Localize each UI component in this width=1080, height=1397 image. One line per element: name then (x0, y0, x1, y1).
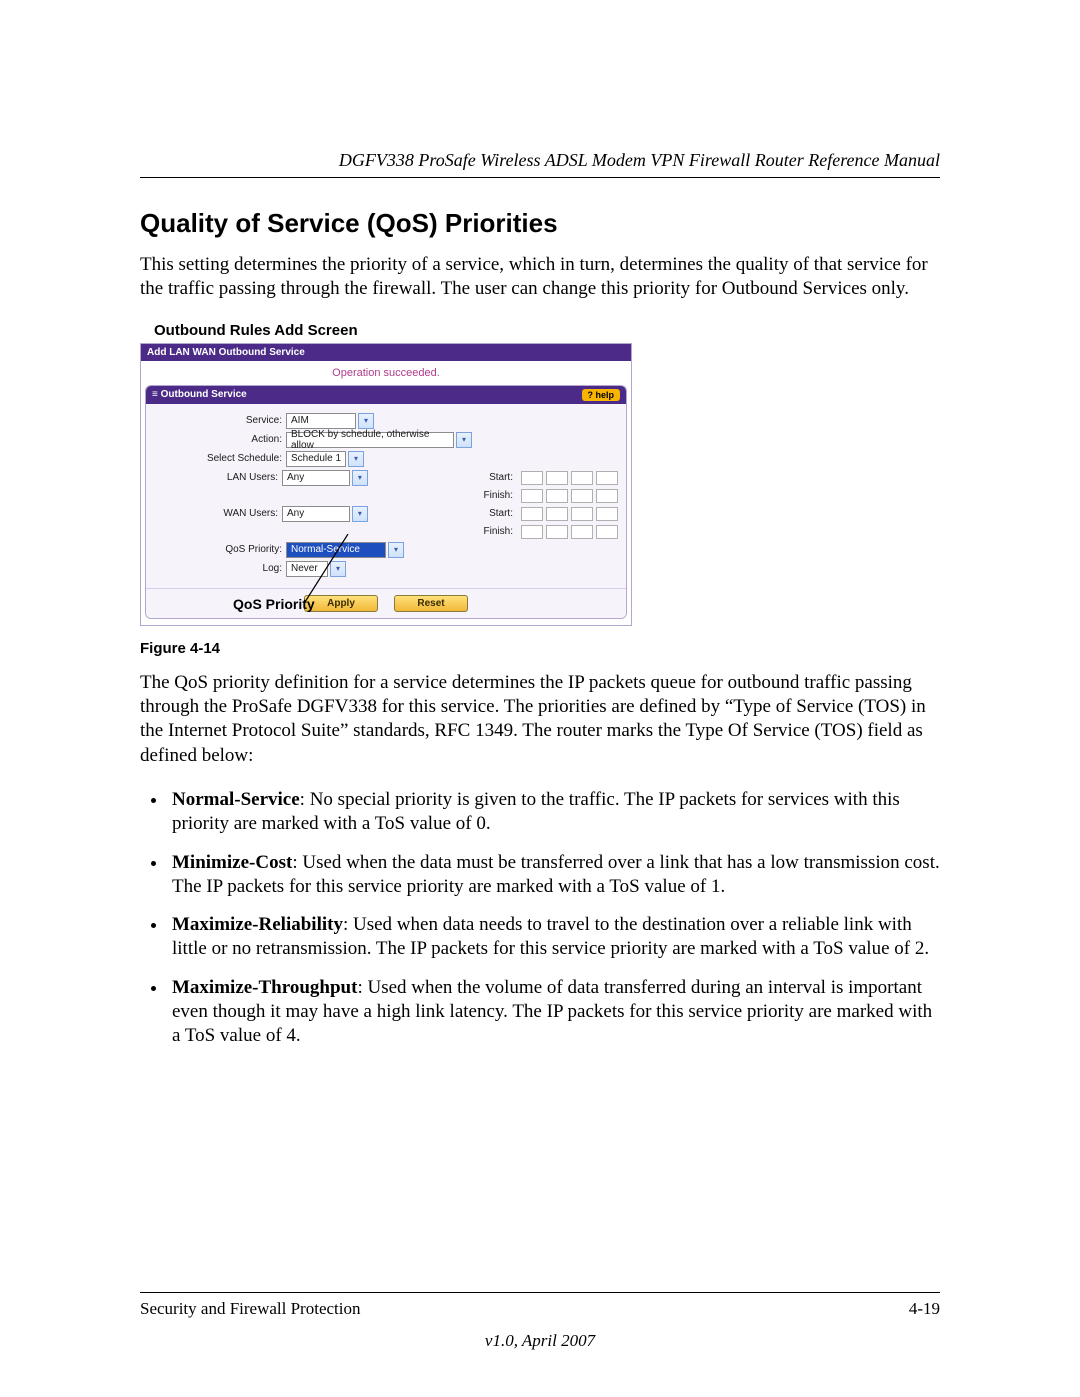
chevron-down-icon[interactable]: ▾ (388, 542, 404, 558)
screenshot-tab: Add LAN WAN Outbound Service (141, 344, 631, 361)
finish-label-2: Finish: (473, 526, 517, 537)
screenshot-panel: Add LAN WAN Outbound Service Operation s… (140, 343, 630, 626)
start-label: Start: (474, 472, 517, 483)
chevron-down-icon[interactable]: ▾ (358, 413, 374, 429)
chevron-down-icon[interactable]: ▾ (352, 506, 368, 522)
help-badge[interactable]: ? help (582, 389, 621, 401)
chevron-down-icon[interactable]: ▾ (330, 561, 346, 577)
chevron-down-icon[interactable]: ▾ (352, 470, 368, 486)
bullet-list: Normal-Service: No special priority is g… (140, 788, 940, 1049)
callout-label: QoS Priority (233, 596, 315, 612)
post-figure-paragraph: The QoS priority definition for a servic… (140, 671, 940, 768)
wan-select[interactable]: Any (282, 506, 350, 522)
log-select[interactable]: Never (286, 561, 328, 577)
log-label: Log: (154, 563, 286, 574)
footer-version: v1.0, April 2007 (0, 1331, 1080, 1351)
page-footer: Security and Firewall Protection 4-19 (140, 1292, 940, 1319)
list-item: Maximize-Reliability: Used when data nee… (168, 913, 940, 962)
finish-ip-2[interactable] (521, 525, 618, 539)
list-item: Maximize-Throughput: Used when the volum… (168, 976, 940, 1049)
service-label: Service: (154, 415, 286, 426)
qos-label: QoS Priority: (154, 544, 286, 555)
footer-left: Security and Firewall Protection (140, 1299, 360, 1319)
figure-label: Figure 4-14 (140, 640, 940, 657)
wan-label: WAN Users: (154, 508, 282, 519)
start-ip[interactable] (521, 471, 618, 485)
qos-select[interactable]: Normal-Service (286, 542, 386, 558)
action-select[interactable]: BLOCK by schedule, otherwise allow (286, 432, 454, 448)
figure-caption: Outbound Rules Add Screen (154, 322, 940, 339)
reset-button[interactable]: Reset (394, 595, 468, 612)
start-ip-2[interactable] (521, 507, 618, 521)
list-item: Normal-Service: No special priority is g… (168, 788, 940, 837)
finish-ip[interactable] (521, 489, 618, 503)
section-title: Quality of Service (QoS) Priorities (140, 208, 940, 239)
apply-button[interactable]: Apply (304, 595, 378, 612)
schedule-label: Select Schedule: (154, 453, 286, 464)
footer-right: 4-19 (909, 1299, 940, 1319)
lan-select[interactable]: Any (282, 470, 350, 486)
panel-title: ≡ Outbound Service (152, 389, 247, 400)
lan-label: LAN Users: (154, 472, 282, 483)
start-label-2: Start: (474, 508, 517, 519)
chevron-down-icon[interactable]: ▾ (456, 432, 472, 448)
intro-paragraph: This setting determines the priority of … (140, 253, 940, 302)
status-text: Operation succeeded. (141, 361, 631, 385)
list-item: Minimize-Cost: Used when the data must b… (168, 851, 940, 900)
finish-label: Finish: (473, 490, 517, 501)
chevron-down-icon[interactable]: ▾ (348, 451, 364, 467)
running-header: DGFV338 ProSafe Wireless ADSL Modem VPN … (140, 150, 940, 178)
action-label: Action: (154, 434, 286, 445)
schedule-select[interactable]: Schedule 1 (286, 451, 346, 467)
service-select[interactable]: AIM (286, 413, 356, 429)
